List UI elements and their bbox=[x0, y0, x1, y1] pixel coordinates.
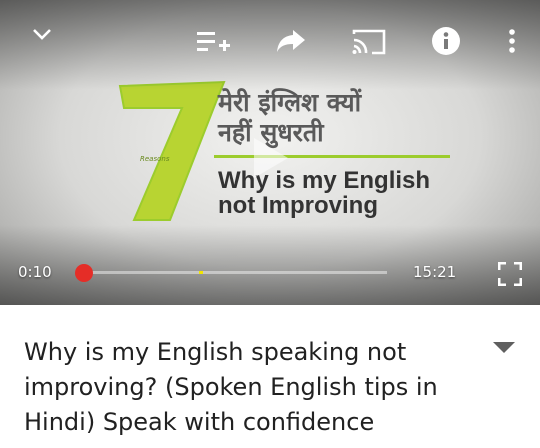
playlist-add-icon[interactable] bbox=[197, 30, 231, 54]
play-icon[interactable] bbox=[254, 138, 288, 178]
more-vert-icon[interactable] bbox=[507, 28, 517, 54]
duration: 15:21 bbox=[413, 263, 457, 281]
share-icon[interactable] bbox=[276, 28, 306, 54]
video-player[interactable]: Reasons मेरी इंग्लिश क्यों नहीं सुधरती W… bbox=[0, 0, 540, 305]
reasons-label: Reasons bbox=[140, 155, 170, 163]
numeral-seven bbox=[118, 80, 226, 221]
seek-bar-marker bbox=[199, 271, 203, 274]
seek-bar[interactable] bbox=[84, 271, 387, 274]
seek-handle[interactable] bbox=[75, 264, 93, 282]
divider bbox=[214, 155, 450, 158]
info-icon[interactable] bbox=[431, 26, 461, 56]
chevron-down-icon[interactable] bbox=[30, 24, 54, 44]
current-time: 0:10 bbox=[18, 263, 52, 281]
video-title: Why is my English speaking not improving… bbox=[24, 338, 438, 436]
video-info: Why is my English speaking not improving… bbox=[0, 305, 540, 448]
expand-icon[interactable] bbox=[493, 342, 515, 353]
fullscreen-icon[interactable] bbox=[498, 262, 522, 286]
cast-icon[interactable] bbox=[352, 28, 386, 56]
